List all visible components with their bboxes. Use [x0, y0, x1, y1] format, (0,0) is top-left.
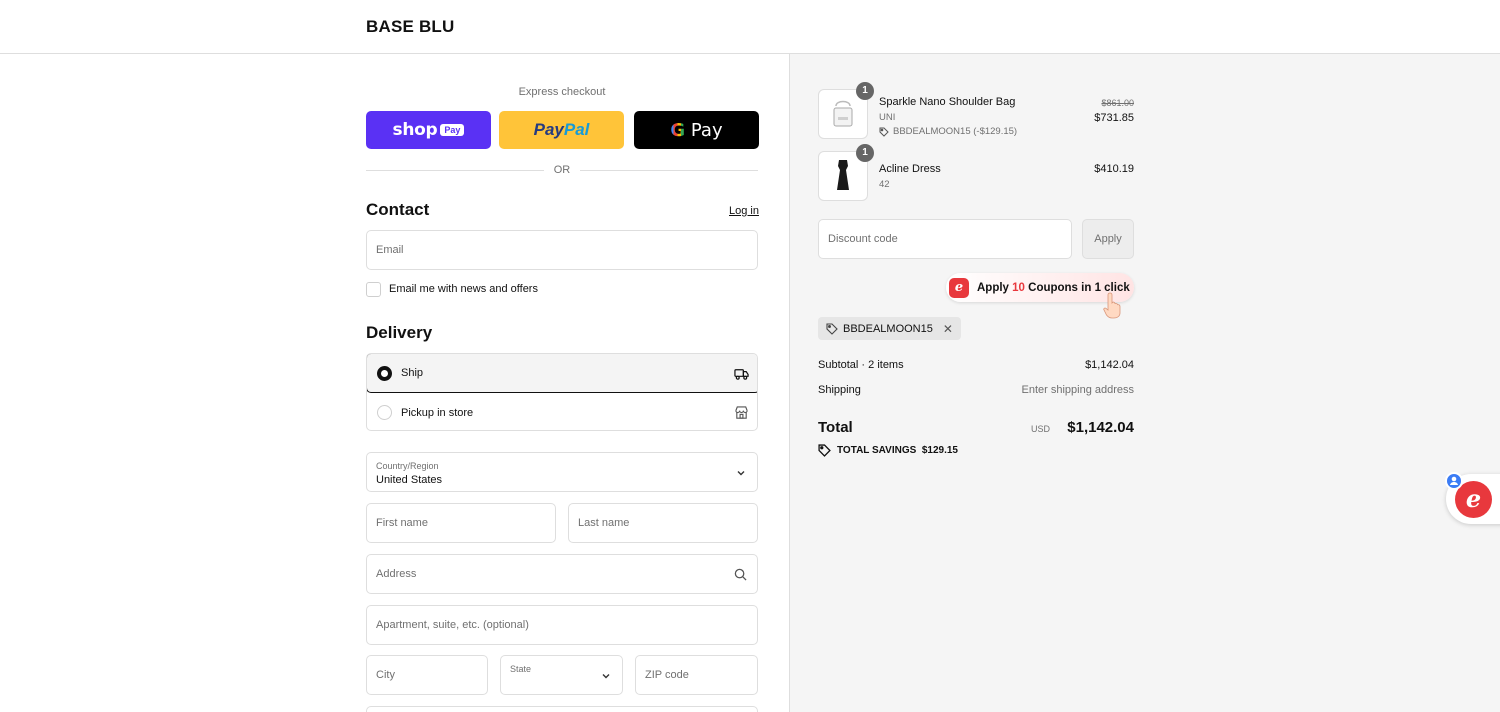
chevron-down-icon [737, 471, 745, 476]
cart-item: 1 Acline Dress 42 $410.19 [818, 144, 1134, 201]
country-select[interactable]: Country/Region United States [366, 452, 758, 492]
store-icon [735, 406, 748, 419]
item-price: $410.19 [1094, 163, 1134, 175]
country-value: United States [376, 474, 443, 486]
item-name: Acline Dress [879, 163, 941, 175]
chevron-down-icon [602, 674, 610, 679]
item-variant: 42 [879, 179, 890, 190]
apply-discount-button[interactable]: Apply [1082, 219, 1134, 259]
zip-field[interactable]: ZIP code [635, 655, 758, 695]
discount-code-field[interactable]: Discount code [818, 219, 1072, 259]
coupon-extension-logo: e [949, 277, 969, 298]
express-checkout-label: Express checkout [518, 86, 606, 98]
last-name-field[interactable]: Last name [568, 503, 758, 543]
state-select[interactable]: State [500, 655, 623, 695]
shipping-label: Shipping [818, 384, 861, 396]
phone-field[interactable] [366, 706, 758, 712]
total-label: Total [818, 419, 853, 436]
search-icon [734, 568, 747, 581]
first-name-field[interactable]: First name [366, 503, 556, 543]
discount-placeholder: Discount code [828, 233, 898, 245]
subtotal-value: $1,142.04 [1085, 359, 1134, 371]
email-placeholder: Email [376, 244, 404, 256]
address-field[interactable]: Address [366, 554, 758, 594]
delivery-option-pickup[interactable]: Pickup in store [367, 393, 757, 430]
apartment-placeholder: Apartment, suite, etc. (optional) [376, 619, 529, 631]
city-placeholder: City [376, 669, 395, 681]
total-currency: USD [1030, 424, 1050, 434]
shipping-row: Shipping Enter shipping address [818, 384, 1134, 396]
news-offers-label: Email me with news and offers [389, 283, 538, 295]
quantity-badge: 1 [856, 82, 874, 100]
user-icon [1450, 476, 1458, 485]
shop-pay-button[interactable]: shop Pay [366, 111, 491, 149]
store-logo[interactable]: BASE BLU [366, 17, 455, 37]
news-offers-checkbox[interactable] [366, 281, 381, 297]
delivery-option-ship[interactable]: Ship [367, 354, 757, 393]
pickup-label: Pickup in store [401, 406, 474, 419]
item-variant: UNI [879, 112, 896, 123]
total-value: $1,142.04 [1067, 419, 1134, 436]
google-pay-button[interactable]: G Pay [634, 111, 759, 149]
google-pay-wordmark: G Pay [670, 119, 723, 141]
profile-badge-icon[interactable] [1445, 472, 1463, 490]
pickup-radio[interactable] [377, 405, 392, 420]
city-field[interactable]: City [366, 655, 488, 695]
pointer-hand-icon [1103, 292, 1121, 319]
ship-label: Ship [401, 367, 424, 379]
paypal-button[interactable]: PayPal [499, 111, 624, 149]
shipping-value: Enter shipping address [1021, 384, 1134, 396]
news-offers-option[interactable]: Email me with news and offers [366, 281, 538, 297]
state-label: State [510, 664, 532, 674]
contact-heading: Contact [366, 200, 430, 219]
google-g-icon: G [670, 119, 686, 141]
remove-discount-icon[interactable]: ✕ [943, 322, 953, 336]
item-discount: BBDEALMOON15 (-$129.15) [879, 126, 1017, 137]
first-name-placeholder: First name [376, 517, 428, 529]
email-field[interactable]: Email [366, 230, 758, 270]
tag-icon [826, 322, 838, 335]
ship-radio[interactable] [377, 365, 392, 381]
quantity-badge: 1 [856, 144, 874, 162]
address-placeholder: Address [376, 568, 417, 580]
apartment-field[interactable]: Apartment, suite, etc. (optional) [366, 605, 758, 645]
or-divider-text: OR [553, 164, 571, 176]
last-name-placeholder: Last name [578, 517, 630, 529]
delivery-heading: Delivery [366, 323, 433, 342]
country-label: Country/Region [376, 461, 439, 471]
delivery-method-group: Ship Pickup in store [366, 353, 758, 431]
subtotal-label: Subtotal · 2 items [818, 359, 904, 371]
applied-discount-chip: BBDEALMOON15 ✕ [818, 317, 961, 340]
cart-item: 1 Sparkle Nano Shoulder Bag UNI BBDEALMO… [818, 82, 1134, 139]
paypal-wordmark: PayPal [533, 120, 590, 139]
shop-pay-badge: Pay [440, 124, 465, 136]
shop-pay-wordmark: shop [392, 120, 438, 140]
tag-icon [879, 127, 889, 137]
page-header: BASE BLU [0, 0, 1500, 54]
zip-placeholder: ZIP code [645, 669, 689, 681]
tag-icon [818, 444, 831, 457]
item-name: Sparkle Nano Shoulder Bag [879, 96, 1016, 108]
total-savings-text: TOTAL SAVINGS $129.15 [837, 445, 958, 456]
truck-icon [734, 369, 749, 380]
login-link[interactable]: Log in [729, 205, 759, 217]
total-row: Total USD $1,142.04 [818, 419, 1134, 437]
item-price: $731.85 [1094, 112, 1134, 124]
subtotal-row: Subtotal · 2 items $1,142.04 [818, 359, 1134, 371]
total-savings: TOTAL SAVINGS $129.15 [818, 444, 958, 457]
item-original-price: $861.00 [1101, 98, 1134, 108]
applied-discount-code: BBDEALMOON15 [843, 322, 933, 335]
